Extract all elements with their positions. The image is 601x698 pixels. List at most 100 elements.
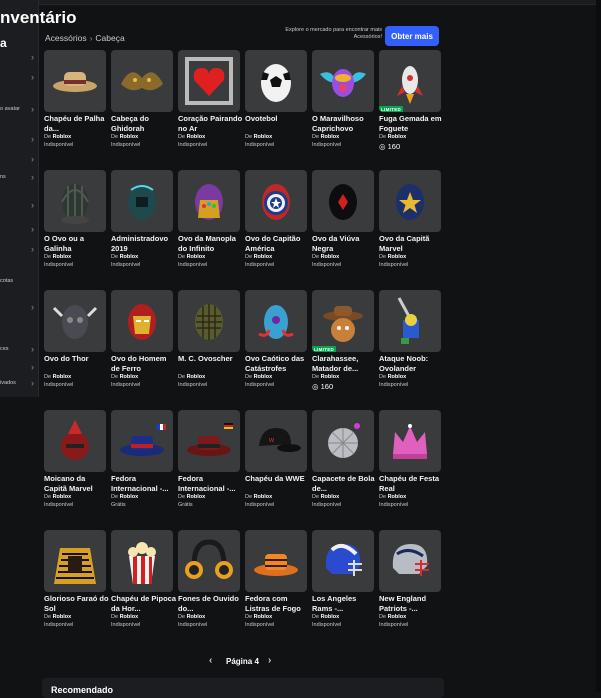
item-name[interactable]: Chapéu da WWE	[245, 474, 311, 484]
item-name[interactable]: Glorioso Faraó do Sol	[44, 594, 110, 613]
item-name[interactable]: Clarahassee, Matador de...	[312, 354, 378, 373]
item-thumbnail[interactable]	[44, 410, 106, 472]
item-card[interactable]: O Ovo ou a Galinha De Roblox Indisponível	[44, 170, 106, 268]
item-name[interactable]: Fedora Internacional -...	[178, 474, 244, 493]
next-page-icon[interactable]: ›	[268, 655, 271, 666]
item-thumbnail[interactable]	[111, 50, 173, 112]
item-card[interactable]: Administradovo 2019 De Roblox Indisponível	[111, 170, 173, 268]
creator-link[interactable]: Roblox	[120, 614, 139, 620]
item-card[interactable]: Ovo do Thor De Roblox Indisponível	[44, 290, 106, 388]
sidebar-item[interactable]	[0, 320, 38, 332]
item-card[interactable]: Ataque Noob: Ovolander De Roblox Indisponí…	[379, 290, 441, 388]
item-name[interactable]: O Ovo ou a Galinha	[44, 234, 110, 253]
sidebar-item[interactable]: ns ›	[0, 172, 38, 184]
creator-link[interactable]: Roblox	[321, 254, 340, 260]
item-card[interactable]: LIMITED Fuga Gemada em Foguete De Roblox ◎ …	[379, 50, 442, 151]
item-name[interactable]: Fedora com Listras de Fogo	[245, 594, 311, 613]
item-name[interactable]: Ovo da Viúva Negra	[312, 234, 378, 253]
item-thumbnail[interactable]	[111, 290, 173, 352]
item-name[interactable]: Ovo do Thor	[44, 354, 110, 364]
item-card[interactable]: Moicano da Capitã Marvel De Roblox Indispo…	[44, 410, 106, 508]
item-thumbnail[interactable]	[44, 50, 106, 112]
prev-page-icon[interactable]: ‹	[209, 655, 212, 666]
sidebar-item[interactable]: ›	[0, 134, 38, 146]
item-name[interactable]: Ovo da Manopla do Infinito	[178, 234, 244, 253]
sidebar-item[interactable]: o avatar ›	[0, 104, 38, 116]
creator-link[interactable]: Roblox	[187, 134, 206, 140]
item-card[interactable]: Los Angeles Rams -... De Roblox Indisponív…	[312, 530, 374, 628]
creator-link[interactable]: Roblox	[321, 374, 340, 380]
item-name[interactable]: Chapéu de Pipoca da Hor...	[111, 594, 177, 613]
item-thumbnail[interactable]	[379, 410, 441, 472]
item-thumbnail[interactable]	[245, 170, 307, 232]
item-card[interactable]: Ovo Caótico das Catástrofes De Roblox Indi…	[245, 290, 307, 388]
creator-link[interactable]: Roblox	[388, 254, 407, 260]
item-name[interactable]: Los Angeles Rams -...	[312, 594, 378, 613]
sidebar-item[interactable]: ›	[0, 52, 38, 64]
get-more-button[interactable]: Obter mais	[385, 26, 439, 46]
item-name[interactable]: Ovo da Capitã Marvel	[379, 234, 445, 253]
creator-link[interactable]: Roblox	[187, 494, 206, 500]
creator-link[interactable]: Roblox	[53, 614, 72, 620]
item-card[interactable]: Ovo da Viúva Negra De Roblox Indisponível	[312, 170, 374, 268]
item-card[interactable]: Chapéu de Pipoca da Hor... De Roblox Indis…	[111, 530, 176, 628]
sidebar-item[interactable]: ›	[0, 200, 38, 212]
item-thumbnail[interactable]	[44, 290, 106, 352]
item-card[interactable]: O Maravilhoso Caprichovo De Roblox Indispo…	[312, 50, 374, 148]
item-card[interactable]: Coração Pairando no Ar De Roblox Indisponí…	[178, 50, 242, 148]
creator-link[interactable]: Roblox	[53, 374, 72, 380]
item-name[interactable]: New England Patriots -...	[379, 594, 445, 613]
item-card[interactable]: M. C. Ovoscher De Roblox Indisponível	[178, 290, 240, 388]
item-name[interactable]: Capacete de Bola de...	[312, 474, 378, 493]
item-card[interactable]: Ovotebol De Roblox Indisponível	[245, 50, 307, 148]
creator-link[interactable]: Roblox	[254, 494, 273, 500]
item-card[interactable]: Ovo do Homem de Ferro De Roblox Indisponív…	[111, 290, 173, 388]
item-thumbnail[interactable]	[245, 530, 307, 592]
item-thumbnail[interactable]	[379, 530, 441, 592]
creator-link[interactable]: Roblox	[254, 134, 273, 140]
item-name[interactable]: Chapéu de Palha da...	[44, 114, 110, 133]
creator-link[interactable]: Roblox	[53, 494, 72, 500]
item-thumbnail[interactable]	[312, 530, 374, 592]
sidebar-item[interactable]: cotas	[0, 276, 38, 288]
item-name[interactable]: Cabeça do Ghidorah	[111, 114, 177, 133]
item-thumbnail[interactable]	[312, 410, 374, 472]
item-card[interactable]: Fedora Internacional -... De Roblox Grátis	[111, 410, 173, 508]
creator-link[interactable]: Roblox	[254, 254, 273, 260]
creator-link[interactable]: Roblox	[388, 374, 407, 380]
creator-link[interactable]: Roblox	[187, 254, 206, 260]
breadcrumb-accessories[interactable]: Acessórios	[45, 33, 87, 43]
item-card[interactable]: Chapéu de Festa Real De Roblox Indisponíve…	[379, 410, 441, 508]
item-name[interactable]: Chapéu de Festa Real	[379, 474, 445, 493]
item-card[interactable]: w Chapéu da WWE De Roblox Indisponível	[245, 410, 307, 508]
item-card[interactable]: Fedora Internacional -... De Roblox Grátis	[178, 410, 240, 508]
item-name[interactable]: Coração Pairando no Ar	[178, 114, 244, 133]
item-name[interactable]: O Maravilhoso Caprichovo	[312, 114, 378, 133]
item-card[interactable]: Fones de Ouvido do... De Roblox Indisponív…	[178, 530, 240, 628]
item-card[interactable]: Fedora com Listras de Fogo De Roblox Indis…	[245, 530, 307, 628]
item-card[interactable]: Capacete de Bola de... De Roblox Indisponí…	[312, 410, 375, 508]
creator-link[interactable]: Roblox	[321, 134, 340, 140]
item-name[interactable]: Ovo Caótico das Catástrofes	[245, 354, 311, 373]
creator-link[interactable]: Roblox	[187, 614, 206, 620]
creator-link[interactable]: Roblox	[53, 254, 72, 260]
creator-link[interactable]: Roblox	[120, 494, 139, 500]
item-thumbnail[interactable]	[44, 170, 106, 232]
item-thumbnail[interactable]	[312, 50, 374, 112]
item-thumbnail[interactable]: LIMITED	[379, 50, 441, 112]
sidebar-item[interactable]: ivados ›	[0, 378, 38, 390]
item-thumbnail[interactable]	[245, 50, 307, 112]
item-card[interactable]: Ovo do Capitão América De Roblox Indisponí…	[245, 170, 307, 268]
sidebar-item[interactable]: ›	[0, 154, 38, 166]
creator-link[interactable]: Roblox	[120, 134, 139, 140]
creator-link[interactable]: Roblox	[388, 494, 407, 500]
creator-link[interactable]: Roblox	[254, 374, 273, 380]
creator-link[interactable]: Roblox	[120, 254, 139, 260]
item-thumbnail[interactable]	[379, 290, 441, 352]
item-name[interactable]: Ovo do Capitão América	[245, 234, 311, 253]
sidebar-item[interactable]: ›	[0, 244, 38, 256]
item-name[interactable]: Fedora Internacional -...	[111, 474, 177, 493]
item-card[interactable]: Cabeça do Ghidorah De Roblox Indisponível	[111, 50, 173, 148]
item-thumbnail[interactable]: LIMITED	[312, 290, 374, 352]
item-name[interactable]: Fuga Gemada em Foguete	[379, 114, 445, 133]
